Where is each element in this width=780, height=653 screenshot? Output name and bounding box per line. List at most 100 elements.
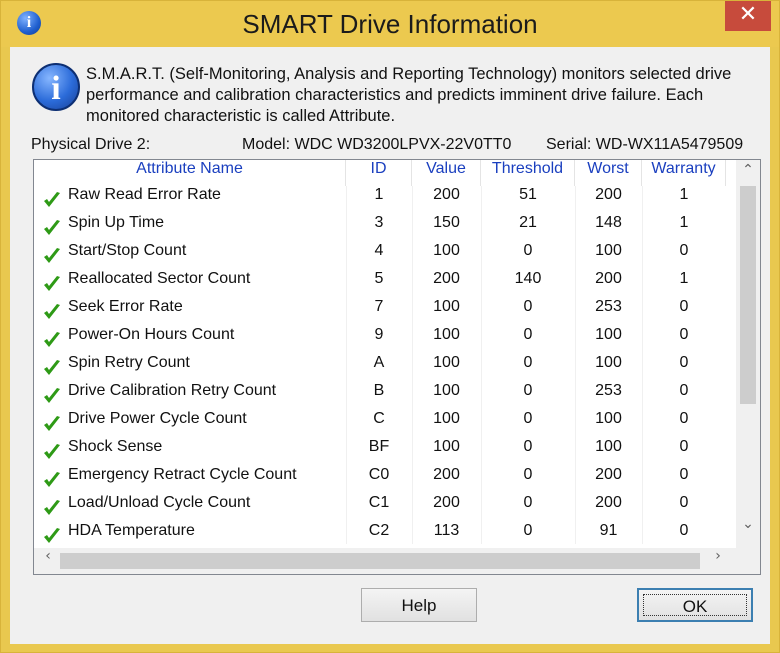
cell-id: 7	[374, 298, 384, 315]
cell-worst: 253	[595, 382, 622, 399]
cell-threshold: 0	[523, 382, 533, 399]
check-icon	[44, 220, 60, 235]
cell-value: 100	[433, 382, 460, 399]
cell-id: C0	[368, 466, 390, 483]
scroll-right-icon[interactable]: ›	[706, 548, 730, 574]
cell-attribute-name: Power-On Hours Count	[68, 326, 235, 343]
scroll-left-icon[interactable]: ‹	[36, 548, 60, 574]
cell-warranty: 0	[679, 326, 689, 343]
cell-warranty: 0	[679, 242, 689, 259]
cell-worst: 100	[595, 438, 622, 455]
smart-description: S.M.A.R.T. (Self-Monitoring, Analysis an…	[86, 65, 732, 125]
cell-id: 4	[374, 242, 384, 259]
table-row[interactable]: Power-On Hours Count 9 100 0 100 0	[34, 326, 726, 354]
column-separator	[481, 186, 482, 544]
cell-id: A	[373, 354, 385, 371]
cell-value: 100	[433, 326, 460, 343]
cell-warranty: 0	[679, 522, 689, 539]
cell-value: 200	[433, 466, 460, 483]
check-icon	[44, 444, 60, 459]
cell-worst: 100	[595, 242, 622, 259]
scroll-down-icon[interactable]: ⌄	[736, 516, 760, 538]
table-row[interactable]: Drive Calibration Retry Count B 100 0 253 0	[34, 382, 726, 410]
cell-warranty: 1	[679, 214, 689, 231]
cell-threshold: 0	[523, 494, 533, 511]
check-icon	[44, 192, 60, 207]
vertical-scrollbar[interactable]: ⌃ ⌄	[736, 160, 760, 548]
table-row[interactable]: Shock Sense BF 100 0 100 0	[34, 438, 726, 466]
cell-warranty: 1	[679, 186, 689, 203]
cell-value: 200	[433, 494, 460, 511]
cell-worst: 100	[595, 354, 622, 371]
window-title: SMART Drive Information	[242, 9, 538, 39]
table-row[interactable]: Reallocated Sector Count 5 200 140 200 1	[34, 270, 726, 298]
horizontal-scroll-thumb[interactable]	[60, 553, 700, 569]
cell-value: 150	[433, 214, 460, 231]
ok-button[interactable]: OK	[637, 588, 753, 622]
physical-drive-label: Physical Drive 2:	[31, 136, 151, 153]
column-header-attribute-name[interactable]: Attribute Name	[34, 160, 346, 186]
cell-id: 9	[374, 326, 384, 343]
cell-id: 5	[374, 270, 384, 287]
list-header: Attribute Name ID Value Threshold Worst Warra…	[34, 160, 726, 186]
horizontal-scrollbar[interactable]: ‹ ›	[34, 548, 736, 574]
title-bar[interactable]: i SMART Drive Information ✕	[1, 1, 779, 47]
cell-attribute-name: HDA Temperature	[68, 522, 195, 539]
check-icon	[44, 528, 60, 543]
check-icon	[44, 248, 60, 263]
model-label: Model: WDC WD3200LPVX-22V0TT0	[242, 136, 512, 153]
cell-threshold: 0	[523, 438, 533, 455]
table-row[interactable]: Start/Stop Count 4 100 0 100 0	[34, 242, 726, 270]
cell-value: 200	[433, 186, 460, 203]
table-row[interactable]: Spin Up Time 3 150 21 148 1	[34, 214, 726, 242]
cell-value: 113	[433, 522, 460, 539]
list-rows: Raw Read Error Rate 1 200 51 200 1 Spin Up Tim…	[34, 186, 726, 544]
column-header-warranty[interactable]: Warranty	[642, 160, 726, 186]
table-row[interactable]: Seek Error Rate 7 100 0 253 0	[34, 298, 726, 326]
table-row[interactable]: HDA Temperature C2 113 0 91 0	[34, 522, 726, 544]
column-header-worst[interactable]: Worst	[575, 160, 642, 186]
column-header-threshold[interactable]: Threshold	[481, 160, 575, 186]
cell-id: B	[373, 382, 385, 399]
cell-warranty: 0	[679, 438, 689, 455]
check-icon	[44, 304, 60, 319]
cell-warranty: 0	[679, 298, 689, 315]
check-icon	[44, 360, 60, 375]
column-header-value[interactable]: Value	[412, 160, 481, 186]
cell-attribute-name: Raw Read Error Rate	[68, 186, 221, 203]
cell-id: 3	[374, 214, 384, 231]
column-separator	[412, 186, 413, 544]
column-header-id[interactable]: ID	[346, 160, 412, 186]
check-icon	[44, 472, 60, 487]
check-icon	[44, 388, 60, 403]
table-row[interactable]: Emergency Retract Cycle Count C0 200 0 200 0	[34, 466, 726, 494]
check-icon	[44, 276, 60, 291]
column-separator	[642, 186, 643, 544]
smart-attributes-list[interactable]: Attribute Name ID Value Threshold Worst Warra…	[33, 159, 761, 575]
cell-attribute-name: Drive Power Cycle Count	[68, 410, 247, 427]
column-separator	[346, 186, 347, 544]
cell-value: 100	[433, 354, 460, 371]
cell-threshold: 0	[523, 522, 533, 539]
table-row[interactable]: Load/Unload Cycle Count C1 200 0 200 0	[34, 494, 726, 522]
info-icon: i	[32, 63, 80, 111]
smart-dialog-window: i SMART Drive Information ✕ i S.M.A.R.T.…	[0, 0, 780, 653]
close-button[interactable]: ✕	[725, 1, 771, 31]
help-button[interactable]: Help	[361, 588, 477, 622]
cell-warranty: 1	[679, 270, 689, 287]
cell-worst: 91	[599, 522, 618, 539]
cell-threshold: 0	[523, 466, 533, 483]
check-icon	[44, 332, 60, 347]
cell-id: C1	[368, 494, 390, 511]
scroll-up-icon[interactable]: ⌃	[736, 162, 760, 184]
check-icon	[44, 500, 60, 515]
table-row[interactable]: Drive Power Cycle Count C 100 0 100 0	[34, 410, 726, 438]
table-row[interactable]: Spin Retry Count A 100 0 100 0	[34, 354, 726, 382]
table-row[interactable]: Raw Read Error Rate 1 200 51 200 1	[34, 186, 726, 214]
cell-worst: 148	[595, 214, 622, 231]
cell-attribute-name: Emergency Retract Cycle Count	[68, 466, 297, 483]
cell-threshold: 140	[514, 270, 542, 287]
cell-attribute-name: Seek Error Rate	[68, 298, 183, 315]
vertical-scroll-thumb[interactable]	[740, 186, 756, 404]
cell-worst: 253	[595, 298, 622, 315]
